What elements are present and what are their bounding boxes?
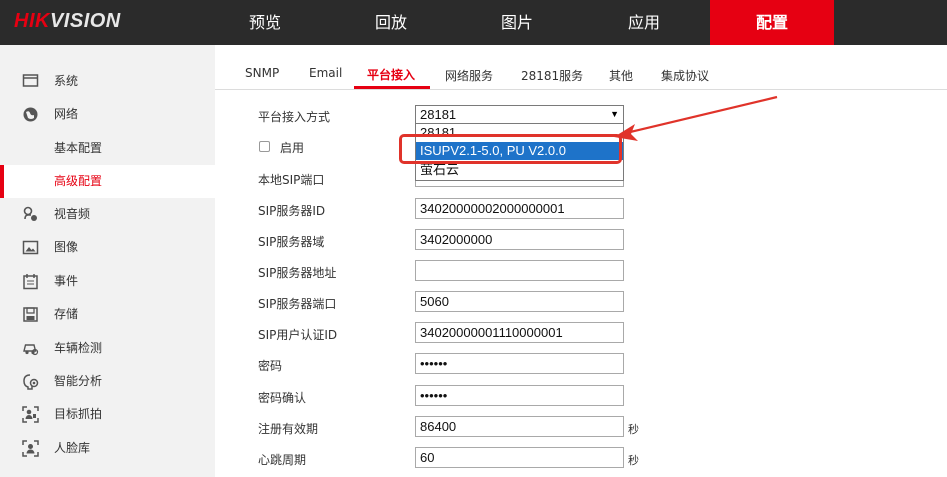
sidebar-item-face-library[interactable]: 人脸库 (0, 432, 215, 465)
sidebar-item-label: 高级配置 (54, 174, 103, 188)
enable-label: 启用 (280, 141, 305, 155)
sidebar-item-image[interactable]: 图像 (0, 231, 215, 264)
enable-checkbox[interactable] (259, 141, 270, 152)
sidebar-item-label: 人脸库 (54, 441, 91, 455)
target-capture-icon (22, 406, 39, 423)
register-validity-field[interactable]: 86400 (415, 416, 624, 437)
tab-snmp[interactable]: SNMP (245, 66, 279, 80)
local-sip-port-label: 本地SIP端口 (258, 173, 325, 187)
monitor-icon (22, 74, 39, 87)
tab-28181-service[interactable]: 28181服务 (521, 67, 583, 84)
password-confirm-label: 密码确认 (258, 391, 307, 405)
sidebar-item-label: 智能分析 (54, 374, 103, 388)
access-mode-selected-value: 28181 (420, 107, 457, 122)
heartbeat-unit: 秒 (628, 454, 639, 467)
sip-server-domain-label: SIP服务器域 (258, 235, 325, 249)
logo-part-vision: VISION (49, 10, 121, 32)
sidebar-item-label: 网络 (54, 107, 79, 121)
tab-other[interactable]: 其他 (609, 67, 633, 84)
heartbeat-label: 心跳周期 (258, 453, 307, 467)
sidebar: 系统 网络 基本配置 高级配置 视音频 图像 事件 存储 车辆检测 智能分析 目… (0, 45, 215, 477)
hikvision-logo: HIKVISION (14, 10, 121, 33)
sidebar-item-label: 系统 (54, 74, 79, 88)
sip-server-domain-field[interactable]: 3402000000 (415, 229, 624, 250)
sidebar-item-advanced-config[interactable]: 高级配置 (0, 165, 215, 198)
sip-user-auth-id-label: SIP用户认证ID (258, 328, 338, 342)
sip-server-id-label: SIP服务器ID (258, 204, 326, 218)
heartbeat-field[interactable]: 60 (415, 447, 624, 468)
password-confirm-field[interactable]: •••••• (415, 385, 624, 406)
password-label: 密码 (258, 359, 283, 373)
access-mode-select[interactable]: 28181 ▼ (415, 105, 624, 124)
sidebar-item-label: 车辆检测 (54, 341, 103, 355)
sidebar-item-label: 视音频 (54, 207, 91, 221)
globe-icon (23, 107, 38, 122)
sidebar-item-storage[interactable]: 存储 (0, 298, 215, 331)
sidebar-item-label: 图像 (54, 240, 79, 254)
nav-preview[interactable]: 预览 (215, 0, 315, 45)
nav-application[interactable]: 应用 (594, 0, 694, 45)
nav-configuration[interactable]: 配置 (710, 0, 834, 45)
top-navigation-bar: HIKVISION 预览 回放 图片 应用 配置 (0, 0, 947, 45)
sip-server-port-label: SIP服务器端口 (258, 297, 337, 311)
sidebar-item-label: 事件 (54, 274, 79, 288)
sidebar-item-label: 存储 (54, 307, 79, 321)
nav-playback[interactable]: 回放 (341, 0, 441, 45)
audio-video-icon (23, 206, 37, 221)
sidebar-item-event[interactable]: 事件 (0, 265, 215, 298)
sip-server-port-field[interactable]: 5060 (415, 291, 624, 312)
sidebar-item-basic-config[interactable]: 基本配置 (0, 132, 215, 165)
sidebar-item-vehicle-detection[interactable]: 车辆检测 (0, 332, 215, 365)
face-library-icon (22, 440, 39, 457)
sip-user-auth-id-field[interactable]: 34020000001110000001 (415, 322, 624, 343)
sidebar-item-smart-analysis[interactable]: 智能分析 (0, 365, 215, 398)
calendar-icon (23, 274, 38, 290)
nav-picture[interactable]: 图片 (467, 0, 567, 45)
annotation-arrow-icon (614, 95, 778, 141)
tab-platform-access[interactable]: 平台接入 (367, 66, 415, 83)
sip-server-address-label: SIP服务器地址 (258, 266, 337, 280)
tab-email[interactable]: Email (309, 66, 342, 80)
sidebar-item-label: 目标抓拍 (54, 407, 103, 421)
storage-icon (23, 307, 38, 322)
password-field[interactable]: •••••• (415, 353, 624, 374)
sip-server-address-field[interactable] (415, 260, 624, 281)
tab-integration-protocol[interactable]: 集成协议 (661, 67, 709, 84)
sidebar-item-target-capture[interactable]: 目标抓拍 (0, 398, 215, 431)
vehicle-detect-icon (23, 344, 39, 356)
sip-server-id-field[interactable]: 34020000002000000001 (415, 198, 624, 219)
sidebar-item-system[interactable]: 系统 (0, 65, 215, 98)
tab-divider (215, 89, 947, 90)
active-indicator (0, 165, 4, 198)
sidebar-item-audio-video[interactable]: 视音频 (0, 198, 215, 231)
logo-part-hik: HIK (14, 10, 50, 32)
access-mode-label: 平台接入方式 (258, 110, 331, 124)
smart-analysis-icon (23, 374, 39, 390)
register-validity-label: 注册有效期 (258, 422, 319, 436)
annotation-highlight-box (399, 134, 622, 164)
register-validity-unit: 秒 (628, 423, 639, 436)
sidebar-item-network[interactable]: 网络 (0, 98, 215, 131)
tab-network-service[interactable]: 网络服务 (445, 67, 493, 84)
sidebar-item-label: 基本配置 (54, 141, 103, 155)
image-icon (22, 240, 39, 255)
